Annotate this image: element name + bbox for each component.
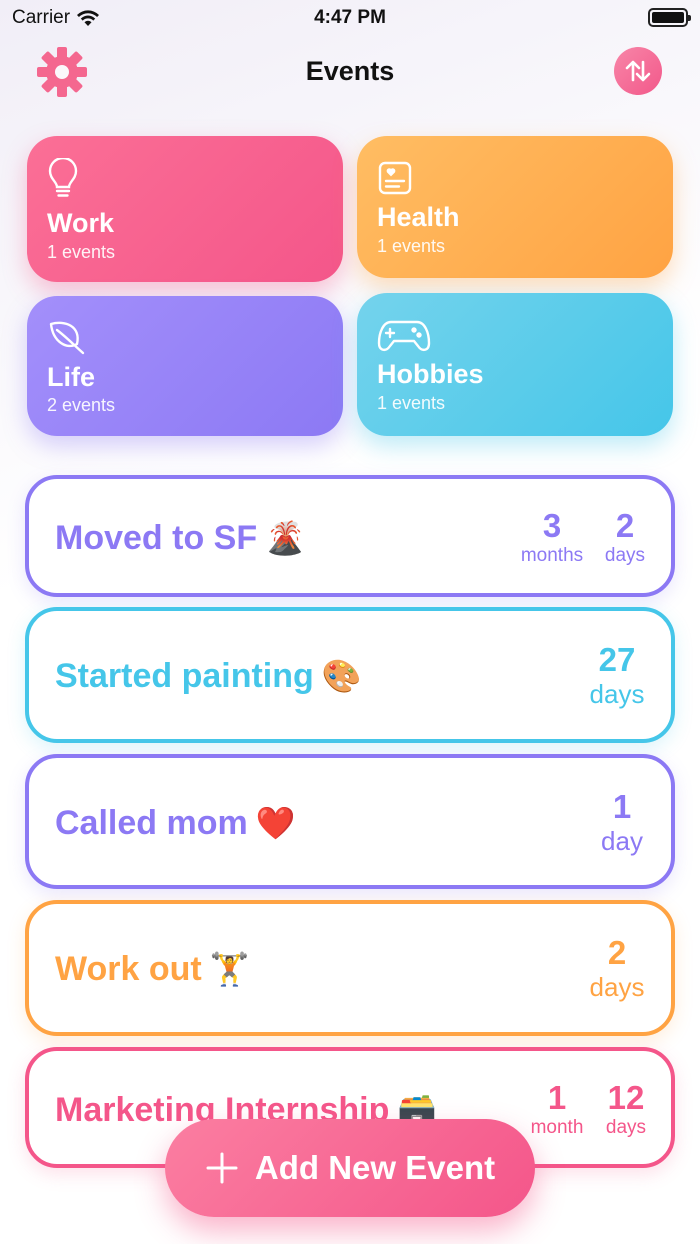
gamepad-icon (377, 320, 431, 351)
counter-unit: days (604, 545, 646, 566)
plus-icon (206, 1152, 238, 1184)
category-name: Hobbies (377, 359, 484, 389)
page-title: Events (305, 56, 395, 86)
event-emoji: 🌋 (265, 520, 305, 556)
sort-arrows-icon (625, 60, 651, 82)
add-new-event-label: Add New Event (254, 1149, 496, 1186)
clock: 4:47 PM (314, 7, 386, 28)
counter-value: 12 (607, 1079, 645, 1116)
category-card-hobbies[interactable]: Hobbies 1 events (357, 293, 673, 436)
counter-unit: days (589, 679, 645, 709)
category-count: 2 events (47, 395, 116, 415)
counter-value: 27 (598, 641, 636, 678)
counter-value: 1 (547, 1079, 567, 1116)
sort-button[interactable] (614, 47, 662, 95)
event-row[interactable]: Started painting 🎨 27 days (25, 607, 675, 743)
category-card-health[interactable]: Health 1 events (357, 136, 673, 278)
event-title-text: Work out (55, 950, 202, 988)
event-emoji: ❤️ (255, 805, 296, 841)
event-title: Work out 🏋️ (55, 950, 250, 989)
category-card-work[interactable]: Work 1 events (27, 136, 343, 282)
event-counter: 27 days (579, 641, 655, 710)
nav-bar: Events (0, 44, 700, 100)
category-name: Work (47, 208, 115, 238)
event-row[interactable]: Moved to SF 🌋 3 months 2 days (25, 475, 675, 597)
counter-value: 2 (615, 507, 635, 544)
category-count: 1 events (377, 236, 446, 256)
event-emoji: 🏋️ (209, 951, 250, 987)
category-card-life[interactable]: Life 2 events (27, 296, 343, 436)
counter-unit: day (601, 826, 643, 856)
counter-unit: days (589, 972, 645, 1002)
lightbulb-icon (48, 158, 78, 197)
counter-unit: month (530, 1117, 584, 1138)
event-title-text: Started painting (55, 657, 314, 695)
event-title: Started painting 🎨 (55, 657, 362, 696)
category-count: 1 events (47, 242, 116, 262)
health-card-icon (378, 161, 412, 195)
add-new-event-button[interactable]: Add New Event (165, 1119, 535, 1217)
event-row[interactable]: Work out 🏋️ 2 days (25, 900, 675, 1036)
category-name: Life (47, 362, 96, 392)
event-title: Moved to SF 🌋 (55, 519, 305, 558)
battery-icon (648, 8, 691, 27)
category-count: 1 events (377, 393, 446, 413)
counter-unit: months (520, 545, 584, 566)
counter-value: 3 (542, 507, 562, 544)
event-counter: 1 day (591, 788, 653, 857)
counter-value: 2 (607, 934, 627, 971)
event-counter: 1 month (525, 1079, 589, 1139)
event-counter: 2 days (597, 507, 653, 567)
event-counter: 3 months (517, 507, 587, 567)
event-title: Called mom ❤️ (55, 804, 296, 843)
event-emoji: 🎨 (321, 658, 362, 694)
leaf-icon (49, 321, 85, 355)
category-name: Health (377, 202, 460, 232)
event-title-text: Moved to SF (55, 519, 258, 557)
event-title-text: Called mom (55, 804, 248, 842)
event-row[interactable]: Called mom ❤️ 1 day (25, 754, 675, 889)
status-bar: Carrier 4:47 PM (0, 0, 700, 36)
counter-value: 1 (612, 788, 632, 825)
event-counter: 12 days (597, 1079, 655, 1139)
counter-unit: days (605, 1117, 647, 1138)
event-counter: 2 days (579, 934, 655, 1003)
